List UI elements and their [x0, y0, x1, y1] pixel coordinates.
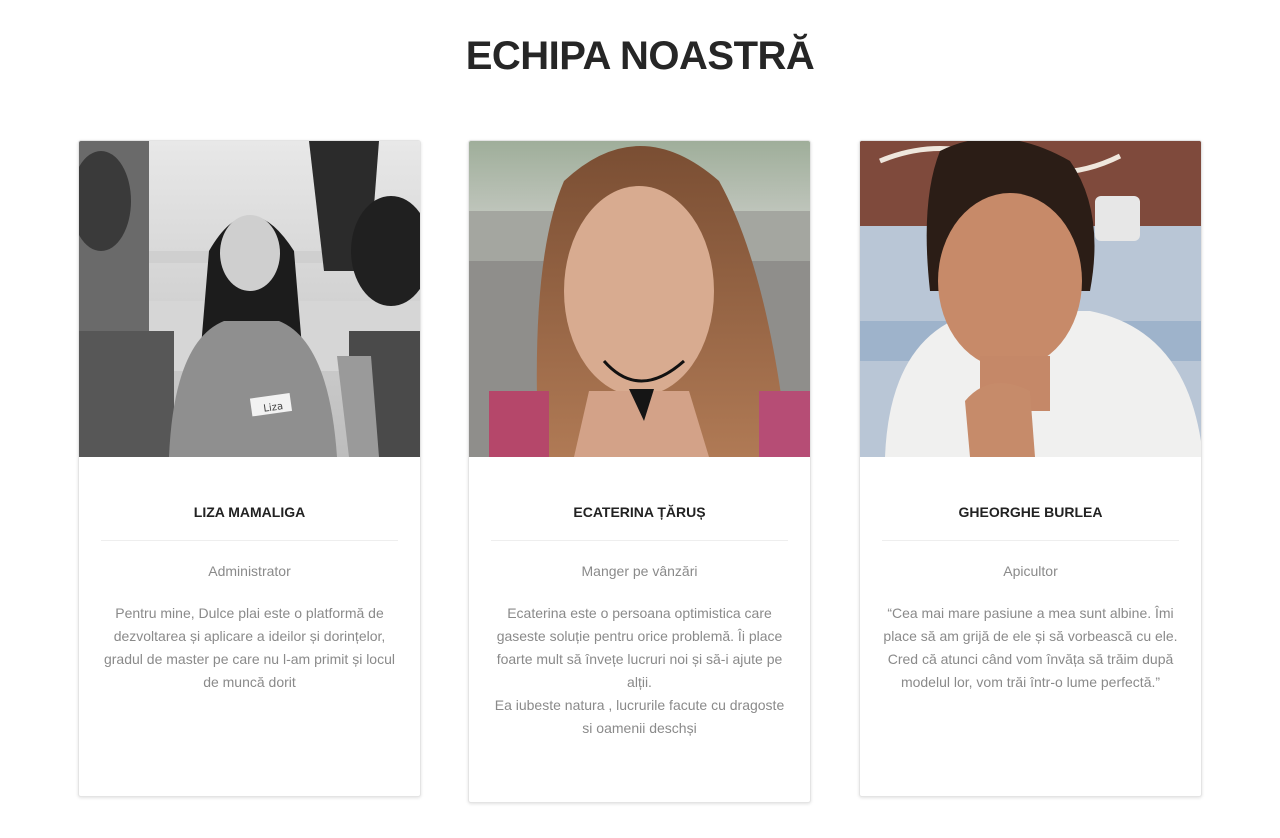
member-photo — [860, 141, 1201, 457]
member-photo — [469, 141, 810, 457]
member-photo: Liza — [79, 141, 420, 457]
member-name: GHEORGHE BURLEA — [958, 504, 1103, 520]
member-bio: Ecaterina este o persoana optimistica ca… — [491, 602, 788, 740]
member-role: Apicultor — [1003, 563, 1058, 579]
team-member-card: ECATERINA ȚĂRUȘ Manger pe vânzări Ecater… — [468, 140, 811, 803]
team-page: ECHIPA NOASTRĂ Liza LIZA MAMALIGA Admini… — [0, 0, 1280, 838]
section-title: ECHIPA NOASTRĂ — [465, 34, 815, 78]
divider — [491, 540, 788, 541]
member-bio: Pentru mine, Dulce plai este o platformă… — [103, 605, 395, 690]
divider — [101, 540, 398, 541]
member-name: ECATERINA ȚĂRUȘ — [573, 504, 706, 520]
divider — [882, 540, 1179, 541]
member-bio-paragraph: Ecaterina este o persoana optimistica ca… — [496, 605, 783, 690]
member-name: LIZA MAMALIGA — [193, 504, 306, 520]
team-member-card: GHEORGHE BURLEA Apicultor “Cea mai mare … — [859, 140, 1202, 797]
member-bio-paragraph: Ea iubeste natura , lucrurile facute cu … — [494, 697, 785, 736]
member-role: Manger pe vânzări — [581, 563, 698, 579]
member-role: Administrator — [208, 563, 291, 579]
team-member-card: Liza LIZA MAMALIGA Administrator Pentru … — [78, 140, 421, 797]
member-bio: “Cea mai mare pasiune a mea sunt albine.… — [883, 605, 1178, 690]
